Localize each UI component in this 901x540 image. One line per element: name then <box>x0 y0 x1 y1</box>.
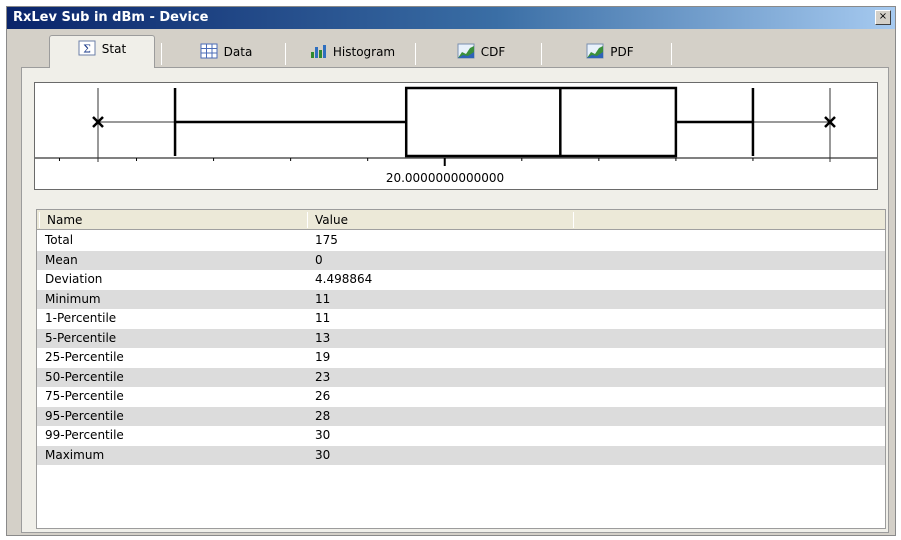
grid-icon <box>200 43 218 59</box>
column-separator <box>39 212 40 228</box>
svg-text:Σ: Σ <box>83 43 91 56</box>
row-value: 26 <box>315 389 331 403</box>
tab-histogram[interactable]: Histogram <box>293 39 411 67</box>
area-chart-icon <box>586 43 604 59</box>
row-value: 23 <box>315 369 331 384</box>
tab-separator <box>415 43 416 65</box>
table-body: Total 175 Mean 0 Deviation 4.498864 Minimum 11 1… <box>37 231 885 465</box>
window-title: RxLev Sub in dBm - Device <box>13 10 209 25</box>
row-name: Deviation <box>45 272 103 286</box>
table-row[interactable]: 95-Percentile 28 <box>37 406 885 426</box>
table-row[interactable]: 5-Percentile 13 <box>37 328 885 348</box>
column-separator[interactable] <box>307 212 308 228</box>
table-row[interactable]: Total 175 <box>37 231 885 251</box>
tab-stat[interactable]: Σ Stat <box>49 35 155 68</box>
row-name: Mean <box>45 252 78 267</box>
tab-separator <box>285 43 286 65</box>
row-name: 1-Percentile <box>45 311 117 325</box>
tab-separator <box>671 43 672 65</box>
row-name: 75-Percentile <box>45 389 124 403</box>
row-value: 30 <box>315 447 331 462</box>
table-row[interactable]: Mean 0 <box>37 250 885 270</box>
table-header: Name Value <box>37 210 885 230</box>
row-name: Total <box>45 233 74 247</box>
row-name: Maximum <box>45 447 105 462</box>
table-row[interactable]: Maximum 30 <box>37 445 885 465</box>
box-plot: 20.0000000000000 <box>34 82 878 190</box>
row-name: 95-Percentile <box>45 408 124 423</box>
tab-pdf-label: PDF <box>610 45 634 59</box>
table-row[interactable]: 99-Percentile 30 <box>37 426 885 446</box>
row-value: 11 <box>315 311 331 325</box>
row-value: 19 <box>315 350 331 364</box>
axis-label: 20.0000000000000 <box>385 171 505 185</box>
stats-table[interactable]: Name Value Total 175 Mean 0 Deviation 4.49886… <box>36 209 886 529</box>
column-header-name[interactable]: Name <box>41 210 305 230</box>
table-row[interactable]: 1-Percentile 11 <box>37 309 885 329</box>
row-value: 30 <box>315 428 331 442</box>
row-value: 4.498864 <box>315 272 373 286</box>
tab-strip: Σ Stat Data Histogram CDF PDF <box>21 35 881 68</box>
statistics-window: RxLev Sub in dBm - Device × Σ Stat Data … <box>6 6 896 536</box>
tab-pdf[interactable]: PDF <box>551 39 669 67</box>
table-row[interactable]: 75-Percentile 26 <box>37 387 885 407</box>
tab-separator <box>161 43 162 65</box>
iqr-box <box>404 86 678 158</box>
tab-separator <box>541 43 542 65</box>
row-name: Minimum <box>45 291 101 306</box>
row-value: 175 <box>315 233 338 247</box>
title-bar[interactable]: RxLev Sub in dBm - Device × <box>7 7 895 29</box>
table-row[interactable]: 25-Percentile 19 <box>37 348 885 368</box>
row-name: 99-Percentile <box>45 428 124 442</box>
tab-stat-label: Stat <box>101 42 127 56</box>
tab-data-label: Data <box>223 45 253 59</box>
row-value: 0 <box>315 252 323 267</box>
stat-panel: 20.0000000000000 Name Value Total 175 Mean… <box>21 67 889 533</box>
column-separator[interactable] <box>573 212 574 228</box>
histogram-icon <box>310 45 326 58</box>
close-icon[interactable]: × <box>875 10 891 25</box>
row-name: 50-Percentile <box>45 369 124 384</box>
row-name: 25-Percentile <box>45 350 124 364</box>
table-row[interactable]: Deviation 4.498864 <box>37 270 885 290</box>
tab-cdf-label: CDF <box>480 45 506 59</box>
sigma-icon: Σ <box>78 40 96 56</box>
column-header-value[interactable]: Value <box>309 210 571 230</box>
row-value: 28 <box>315 408 331 423</box>
row-name: 5-Percentile <box>45 330 117 345</box>
tab-histogram-label: Histogram <box>332 45 396 59</box>
tab-cdf[interactable]: CDF <box>425 39 537 67</box>
area-chart-icon <box>457 43 475 59</box>
table-row[interactable]: Minimum 11 <box>37 289 885 309</box>
table-row[interactable]: 50-Percentile 23 <box>37 367 885 387</box>
row-value: 13 <box>315 330 331 345</box>
row-value: 11 <box>315 291 331 306</box>
tab-data[interactable]: Data <box>171 39 281 67</box>
